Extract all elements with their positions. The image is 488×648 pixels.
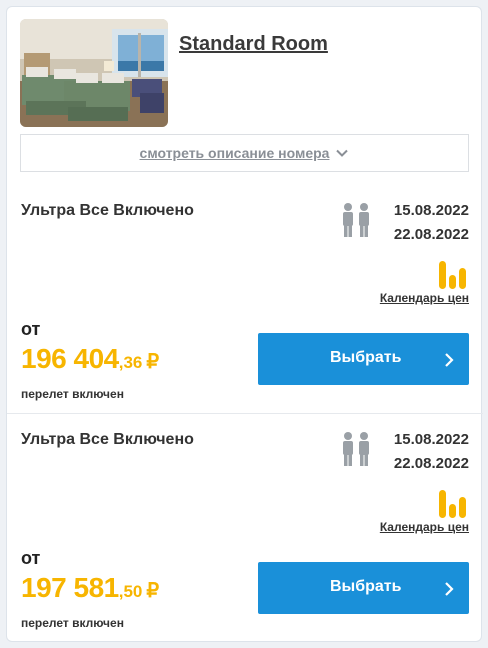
meal-plan: Ультра Все Включено	[21, 202, 194, 219]
price-prefix: от	[21, 319, 41, 339]
date-to: 22.08.2022	[393, 226, 469, 243]
description-toggle-label: смотреть описание номера	[139, 145, 330, 161]
currency-symbol: ₽	[146, 580, 160, 602]
price: 197 581,50 ₽	[21, 572, 159, 604]
offer-2: Ультра Все Включено 15.08.2022 22.08.202…	[7, 414, 483, 640]
select-button-label: Выбрать	[330, 349, 402, 366]
price-calendar-bars-icon[interactable]	[437, 486, 469, 518]
two-persons-icon	[343, 432, 369, 466]
room-photo-image	[20, 19, 168, 127]
price-main: 197 581	[21, 572, 119, 603]
room-header: Standard Room	[20, 19, 470, 129]
room-offer-card: Standard Room смотреть описание номера У…	[6, 6, 483, 642]
two-persons-icon	[343, 203, 369, 237]
price-calendar-bars-icon[interactable]	[437, 257, 469, 289]
room-title[interactable]: Standard Room	[179, 33, 328, 56]
room-photo[interactable]	[20, 19, 168, 127]
price-calendar-link[interactable]: Календарь цен	[380, 291, 469, 305]
price: 196 404,36 ₽	[21, 343, 159, 375]
date-to: 22.08.2022	[393, 455, 469, 472]
price-cents: ,50	[118, 582, 143, 601]
price-prefix: от	[21, 548, 41, 568]
currency-symbol: ₽	[146, 351, 160, 373]
price-cents: ,36	[118, 353, 143, 372]
select-button-label: Выбрать	[330, 578, 402, 595]
meal-plan: Ультра Все Включено	[21, 431, 194, 448]
date-from: 15.08.2022	[393, 202, 469, 219]
price-main: 196 404	[21, 343, 119, 374]
flight-included-note: перелет включен	[21, 616, 124, 630]
chevron-right-icon	[445, 353, 454, 367]
price-calendar-link[interactable]: Календарь цен	[380, 520, 469, 534]
room-description-toggle[interactable]: смотреть описание номера	[20, 134, 469, 172]
date-from: 15.08.2022	[393, 431, 469, 448]
offer-1: Ультра Все Включено 15.08.2022 22.08.202…	[7, 185, 483, 411]
chevron-right-icon	[445, 582, 454, 596]
select-button[interactable]: Выбрать	[258, 562, 469, 614]
chevron-down-icon	[336, 149, 349, 157]
select-button[interactable]: Выбрать	[258, 333, 469, 385]
flight-included-note: перелет включен	[21, 387, 124, 401]
